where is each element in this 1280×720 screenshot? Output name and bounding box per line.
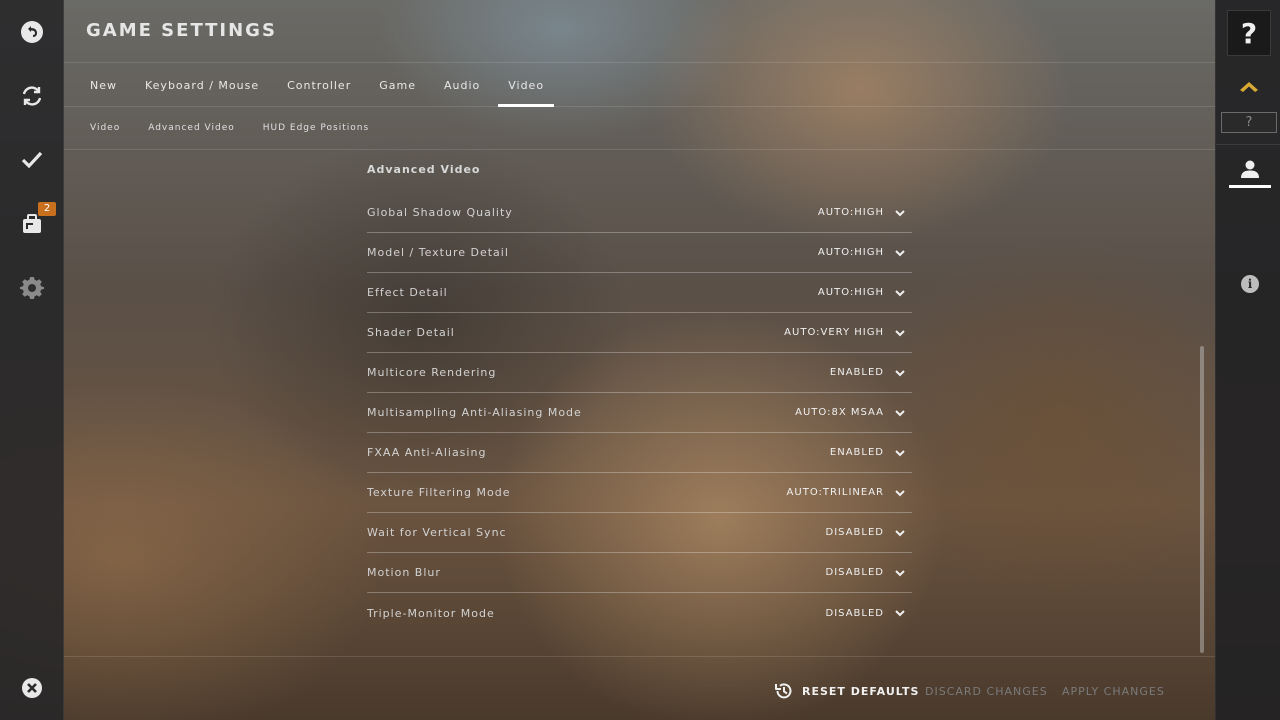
setting-row-global-shadow-quality[interactable]: Global Shadow Quality AUTO:HIGH xyxy=(367,193,912,233)
setting-value: AUTO:8X MSAA xyxy=(795,407,884,418)
tab-keyboard-mouse[interactable]: Keyboard / Mouse xyxy=(135,64,269,107)
chevron-down-icon xyxy=(895,610,905,617)
setting-dropdown[interactable]: AUTO:HIGH xyxy=(818,287,912,299)
inventory-button[interactable]: 2 xyxy=(16,202,56,240)
refresh-button[interactable] xyxy=(16,80,48,112)
info-icon[interactable]: i xyxy=(1241,275,1259,293)
tab-game[interactable]: Game xyxy=(369,64,426,107)
history-reset-icon xyxy=(775,683,792,699)
setting-value: AUTO:VERY HIGH xyxy=(784,327,884,338)
setting-dropdown[interactable]: AUTO:VERY HIGH xyxy=(784,327,912,339)
setting-value: DISABLED xyxy=(825,607,884,619)
setting-value: ENABLED xyxy=(829,447,884,458)
tab-video[interactable]: Video xyxy=(498,64,554,107)
setting-row-fxaa[interactable]: FXAA Anti-Aliasing ENABLED xyxy=(367,433,912,473)
right-sidebar: ? ? i xyxy=(1215,0,1280,720)
chevron-down-icon xyxy=(895,249,905,256)
setting-row-multicore-rendering[interactable]: Multicore Rendering ENABLED xyxy=(367,353,912,393)
reset-defaults-label: RESET DEFAULTS xyxy=(802,684,920,698)
footer-actions: RESET DEFAULTS DISCARD CHANGES APPLY CHA… xyxy=(64,656,1215,720)
discard-changes-button[interactable]: DISCARD CHANGES xyxy=(925,685,1048,698)
setting-row-effect-detail[interactable]: Effect Detail AUTO:HIGH xyxy=(367,273,912,313)
setting-label: Shader Detail xyxy=(367,326,455,339)
settings-scrollbar[interactable] xyxy=(1200,346,1204,653)
rank-badge[interactable]: ? xyxy=(1221,112,1277,133)
setting-row-motion-blur[interactable]: Motion Blur DISABLED xyxy=(367,553,912,593)
video-subtabs: Video Advanced Video HUD Edge Positions xyxy=(64,107,1215,150)
chevron-down-icon xyxy=(895,489,905,496)
quit-button[interactable] xyxy=(16,672,48,704)
setting-dropdown[interactable]: AUTO:8X MSAA xyxy=(795,407,912,419)
confirm-button[interactable] xyxy=(16,144,48,176)
rank-chevron-icon xyxy=(1240,82,1258,92)
setting-value: ENABLED xyxy=(829,367,884,378)
setting-label: Multicore Rendering xyxy=(367,366,497,379)
gear-icon xyxy=(20,277,44,299)
refresh-icon xyxy=(22,86,42,106)
close-icon xyxy=(22,678,42,698)
chevron-down-icon xyxy=(895,569,905,576)
setting-label: Model / Texture Detail xyxy=(367,246,509,259)
setting-dropdown[interactable]: AUTO:HIGH xyxy=(818,247,912,259)
setting-row-vertical-sync[interactable]: Wait for Vertical Sync DISABLED xyxy=(367,513,912,553)
back-button[interactable] xyxy=(16,16,48,48)
setting-value: AUTO:TRILINEAR xyxy=(786,487,884,498)
tab-new[interactable]: New xyxy=(80,64,127,107)
help-button[interactable]: ? xyxy=(1227,10,1271,56)
setting-value: AUTO:HIGH xyxy=(817,287,884,298)
tab-audio[interactable]: Audio xyxy=(434,64,490,107)
back-arrow-icon xyxy=(21,21,43,43)
setting-dropdown[interactable]: ENABLED xyxy=(830,447,912,459)
setting-row-shader-detail[interactable]: Shader Detail AUTO:VERY HIGH xyxy=(367,313,912,353)
chevron-down-icon xyxy=(895,369,905,376)
chevron-down-icon xyxy=(895,289,905,296)
setting-row-texture-filtering[interactable]: Texture Filtering Mode AUTO:TRILINEAR xyxy=(367,473,912,513)
setting-value: AUTO:HIGH xyxy=(817,247,884,258)
chevron-down-icon xyxy=(895,449,905,456)
setting-row-model-texture-detail[interactable]: Model / Texture Detail AUTO:HIGH xyxy=(367,233,912,273)
subtab-video[interactable]: Video xyxy=(80,107,130,150)
setting-value: AUTO:HIGH xyxy=(817,207,884,218)
apply-changes-button[interactable]: APPLY CHANGES xyxy=(1062,685,1165,698)
setting-label: Motion Blur xyxy=(367,566,441,579)
setting-dropdown[interactable]: AUTO:HIGH xyxy=(818,207,912,219)
header: GAME SETTINGS xyxy=(64,0,1215,63)
settings-panel: GAME SETTINGS New Keyboard / Mouse Contr… xyxy=(64,0,1215,720)
setting-dropdown[interactable]: ENABLED xyxy=(830,367,912,379)
subtab-hud-edge-positions[interactable]: HUD Edge Positions xyxy=(253,107,379,150)
setting-row-msaa-mode[interactable]: Multisampling Anti-Aliasing Mode AUTO:8X… xyxy=(367,393,912,433)
setting-value: DISABLED xyxy=(825,527,884,538)
tab-controller[interactable]: Controller xyxy=(277,64,361,107)
setting-value: DISABLED xyxy=(825,567,884,578)
setting-label: Triple-Monitor Mode xyxy=(367,606,495,620)
subtab-advanced-video[interactable]: Advanced Video xyxy=(138,107,245,150)
settings-tabs: New Keyboard / Mouse Controller Game Aud… xyxy=(64,64,1215,107)
setting-dropdown[interactable]: DISABLED xyxy=(826,527,912,539)
check-icon xyxy=(21,151,43,169)
chevron-down-icon xyxy=(895,529,905,536)
chevron-down-icon xyxy=(895,209,905,216)
setting-label: Global Shadow Quality xyxy=(367,206,513,219)
setting-dropdown[interactable]: DISABLED xyxy=(826,567,912,579)
profile-button[interactable] xyxy=(1229,152,1271,188)
chevron-down-icon xyxy=(895,329,905,336)
setting-row-triple-monitor[interactable]: Triple-Monitor Mode DISABLED xyxy=(367,593,912,633)
user-icon xyxy=(1241,160,1259,178)
setting-dropdown[interactable]: DISABLED xyxy=(826,607,912,619)
rail-divider xyxy=(1216,144,1280,145)
settings-button[interactable] xyxy=(16,272,48,304)
setting-label: FXAA Anti-Aliasing xyxy=(367,446,487,459)
reset-defaults-button[interactable]: RESET DEFAULTS xyxy=(774,681,919,701)
section-title: Advanced Video xyxy=(367,163,481,176)
settings-list: Advanced Video Global Shadow Quality AUT… xyxy=(367,150,912,633)
chevron-down-icon xyxy=(895,409,905,416)
setting-label: Texture Filtering Mode xyxy=(367,486,511,499)
setting-dropdown[interactable]: AUTO:TRILINEAR xyxy=(787,487,912,499)
setting-label: Wait for Vertical Sync xyxy=(367,526,507,539)
left-sidebar: 2 xyxy=(0,0,64,720)
setting-label: Effect Detail xyxy=(367,286,448,299)
setting-label: Multisampling Anti-Aliasing Mode xyxy=(367,406,582,419)
page-title: GAME SETTINGS xyxy=(86,20,277,41)
inventory-badge: 2 xyxy=(38,202,56,216)
